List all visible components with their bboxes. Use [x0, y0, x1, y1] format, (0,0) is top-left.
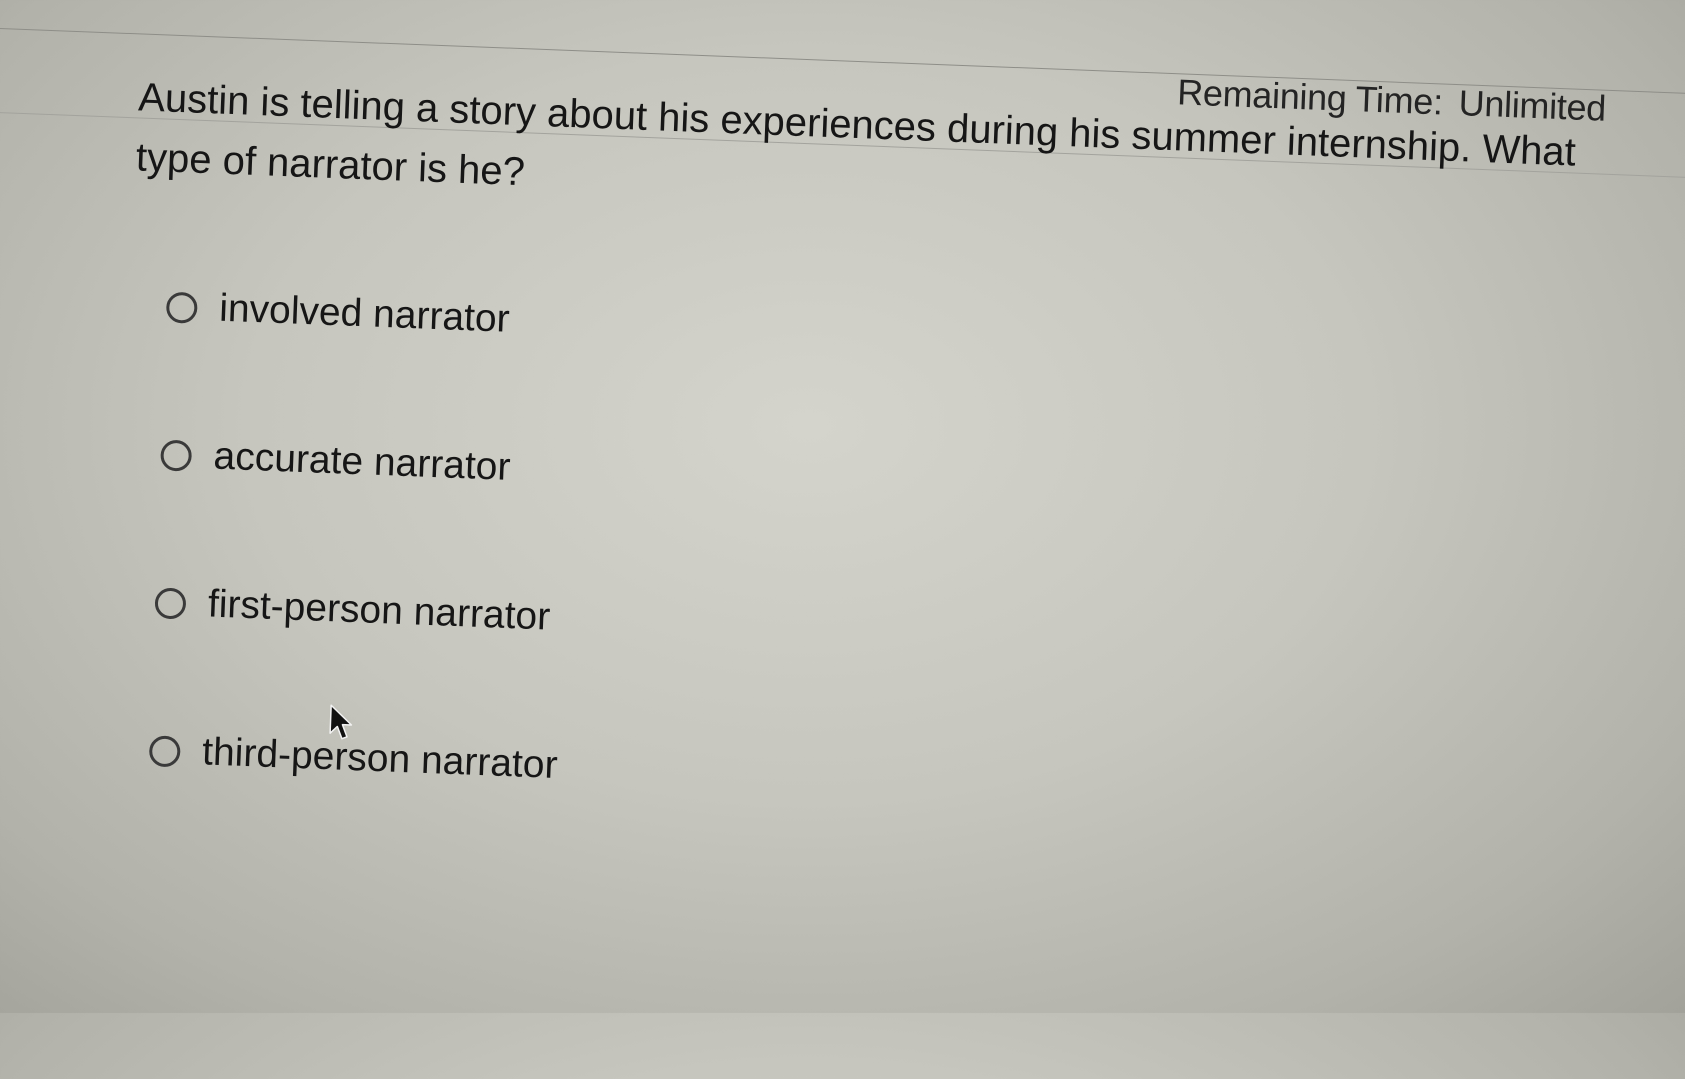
answer-option-involved[interactable]: involved narrator — [165, 275, 576, 355]
answer-option-accurate[interactable]: accurate narrator — [159, 423, 570, 503]
answer-option-label: accurate narrator — [212, 434, 512, 489]
answer-options: involved narrator accurate narrator firs… — [145, 275, 576, 882]
answer-option-label: involved narrator — [218, 286, 511, 341]
radio-button[interactable] — [165, 291, 198, 324]
radio-button[interactable] — [154, 586, 187, 620]
answer-option-first-person[interactable]: first-person narrator — [154, 570, 565, 650]
mouse-pointer-icon — [329, 704, 353, 740]
radio-button[interactable] — [148, 734, 181, 767]
answer-option-label: third-person narrator — [201, 730, 559, 787]
radio-button[interactable] — [160, 439, 193, 472]
answer-option-label: first-person narrator — [207, 582, 551, 639]
quiz-page: Remaining Time: Unlimited Austin is telli… — [0, 0, 1685, 1077]
